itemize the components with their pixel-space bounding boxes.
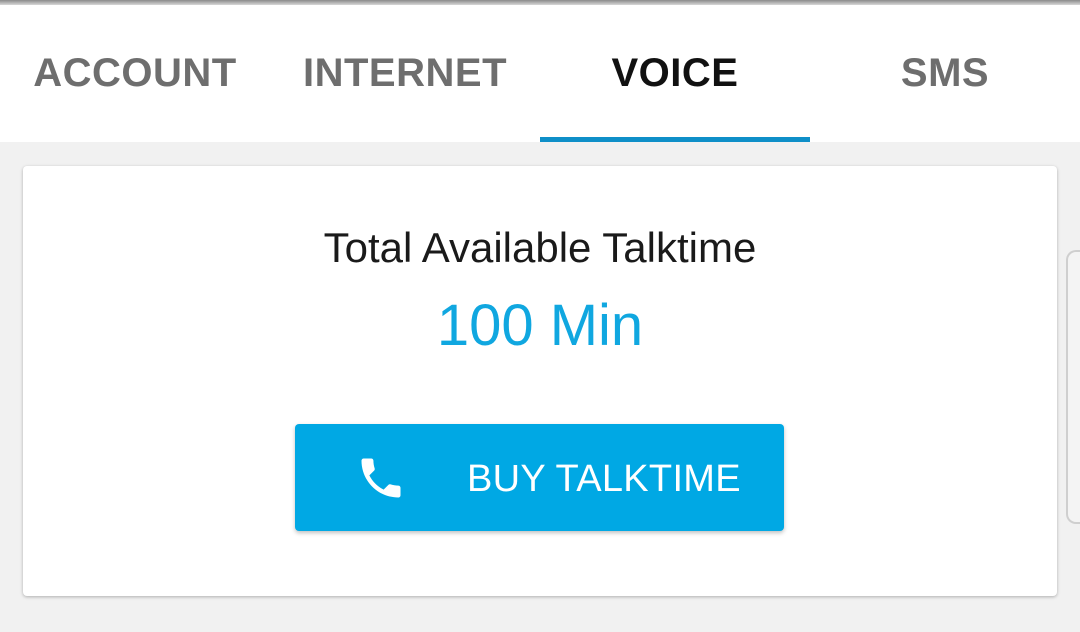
tab-voice[interactable]: VOICE xyxy=(540,5,810,142)
tab-sms-label: SMS xyxy=(900,51,990,95)
phone-icon xyxy=(361,458,401,498)
tab-bar: ACCOUNT INTERNET VOICE SMS xyxy=(0,5,1080,142)
tab-internet[interactable]: INTERNET xyxy=(270,5,540,142)
active-tab-indicator xyxy=(540,137,810,142)
buy-talktime-label: BUY TALKTIME xyxy=(467,458,741,500)
talktime-card: Total Available Talktime 100 Min BUY TAL… xyxy=(23,166,1057,596)
buy-talktime-button[interactable]: BUY TALKTIME xyxy=(295,424,784,531)
tab-account[interactable]: ACCOUNT xyxy=(0,5,270,142)
tab-sms[interactable]: SMS xyxy=(810,5,1080,142)
talktime-value: 100 Min xyxy=(436,293,644,358)
talktime-title: Total Available Talktime xyxy=(323,224,757,271)
tab-voice-label: VOICE xyxy=(611,51,739,95)
tab-account-label: ACCOUNT xyxy=(33,51,237,95)
scroll-edge-handle[interactable] xyxy=(1066,250,1080,524)
tab-internet-label: INTERNET xyxy=(303,51,507,95)
